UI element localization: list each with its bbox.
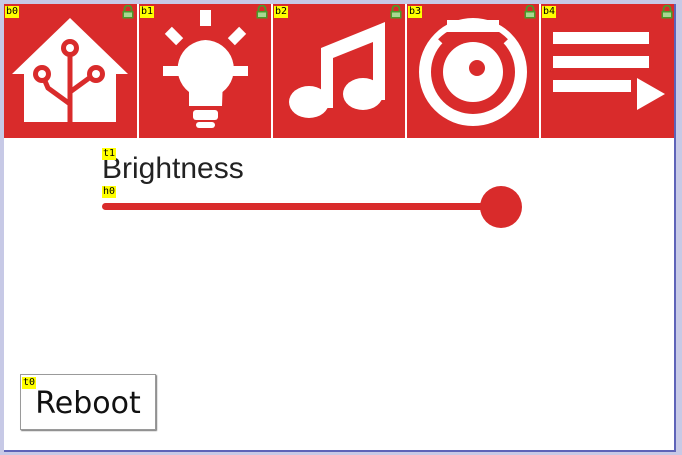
playlist-button[interactable]: b4 — [540, 4, 674, 138]
home-button[interactable]: b0 — [4, 4, 137, 138]
lightbulb-icon — [163, 10, 248, 128]
lock-icon — [661, 5, 673, 19]
light-button[interactable]: b1 — [138, 4, 271, 138]
slider-handle[interactable] — [480, 186, 522, 228]
widget-id-label: b2 — [274, 6, 289, 18]
lock-icon — [122, 5, 134, 19]
music-note-icon — [289, 22, 385, 118]
widget-id-label: t1 — [102, 148, 117, 160]
widget-id-label: b4 — [542, 6, 557, 18]
brightness-label: t1 Brightness — [102, 148, 244, 186]
lock-icon — [524, 5, 536, 19]
lock-icon — [256, 5, 268, 19]
brightness-text: Brightness — [102, 152, 244, 185]
screen: b0 b1 b2 b3 b4 t1 Brightness h0 t0 Reboo… — [4, 4, 676, 452]
playlist-play-icon — [553, 32, 665, 110]
widget-id-label: b0 — [5, 6, 20, 18]
widget-id-label: b3 — [408, 6, 423, 18]
home-assistant-icon — [12, 18, 128, 122]
vacuum-button[interactable]: b3 — [406, 4, 539, 138]
reboot-button[interactable]: t0 Reboot — [20, 374, 156, 430]
lock-icon — [390, 5, 402, 19]
reboot-label: Reboot — [35, 385, 141, 421]
widget-id-label: h0 — [102, 186, 117, 198]
slider-track[interactable] — [102, 203, 502, 210]
widget-id-label: t0 — [22, 377, 37, 389]
vacuum-icon — [419, 18, 527, 126]
brightness-slider[interactable]: h0 — [102, 184, 522, 230]
widget-id-label: b1 — [140, 6, 155, 18]
top-toolbar: b0 b1 b2 b3 b4 — [4, 4, 674, 138]
media-button[interactable]: b2 — [272, 4, 405, 138]
